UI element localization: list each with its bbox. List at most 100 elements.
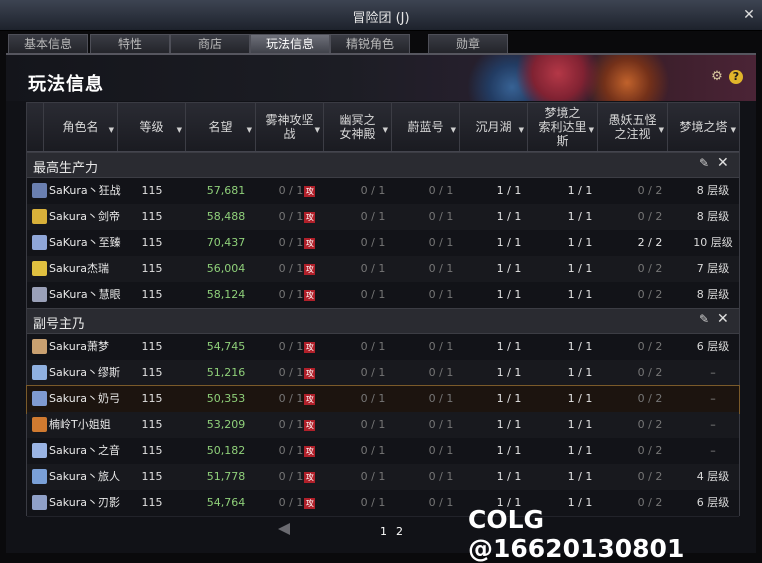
character-avatar <box>32 365 47 380</box>
column-header-label: 名望 <box>208 120 233 134</box>
column-header[interactable]: 梦境之塔 ▼ <box>667 103 739 151</box>
dungeon-progress: 1 / 1 <box>496 418 522 431</box>
column-header[interactable]: 角色名 ▼ <box>43 103 117 151</box>
table-row[interactable]: Sakura丶旅人 115 51,778 0 / 1攻0 / 10 / 11 / 11… <box>27 464 739 491</box>
table-row[interactable]: SaKura丶慧眼 115 58,124 0 / 1攻0 / 10 / 11 / 11… <box>27 282 739 309</box>
column-header[interactable]: 名望 ▼ <box>185 103 255 151</box>
raid-progress-value: 0 / 1 <box>278 444 304 457</box>
dungeon-progress: 1 / 1 <box>567 340 593 353</box>
tab-elite-characters[interactable]: 精锐角色 <box>330 34 410 54</box>
column-header[interactable]: 梦境之 索利达里 斯 ▼ <box>527 103 597 151</box>
dungeon-progress: 0 / 1 <box>360 184 386 197</box>
column-header[interactable]: 等级 ▼ <box>117 103 185 151</box>
dungeon-progress: 1 / 1 <box>496 470 522 483</box>
raid-progress: 0 / 1攻 <box>263 256 331 282</box>
column-header-label: 蔚蓝号 <box>407 120 444 134</box>
dungeon-progress: 0 / 2 <box>637 288 663 301</box>
character-fame: 51,216 <box>206 366 246 379</box>
dungeon-progress: 1 / 1 <box>567 392 593 405</box>
character-avatar <box>32 339 47 354</box>
table-row[interactable]: SaKura丶狂战 115 57,681 0 / 1攻0 / 10 / 11 / 11… <box>27 178 739 205</box>
raid-progress: 0 / 1攻 <box>263 230 331 256</box>
table-row[interactable]: Sakura杰瑞 115 56,004 0 / 1攻0 / 10 / 11 / 11 … <box>27 256 739 283</box>
dungeon-progress: 0 / 1 <box>360 262 386 275</box>
character-level: 115 <box>141 418 163 431</box>
column-header[interactable]: 幽冥之 女神殿 ▼ <box>323 103 391 151</box>
dungeon-progress: 0 / 1 <box>360 210 386 223</box>
raid-progress-value: 0 / 1 <box>278 340 304 353</box>
raid-progress: 0 / 1攻 <box>263 438 331 464</box>
dream-tower-level: 4 层级 <box>696 470 730 483</box>
character-fame: 58,488 <box>206 210 246 223</box>
character-avatar <box>32 183 47 198</box>
table-header: 角色名 ▼ 等级 ▼ 名望 ▼ 雾神攻坚 战 ▼ 幽冥之 女神殿 ▼ 蔚蓝号 ▼ 沉月湖 ▼ 梦境之 索利达… <box>27 103 739 152</box>
character-level: 115 <box>141 236 163 249</box>
prev-page-icon[interactable] <box>278 523 290 535</box>
character-level: 115 <box>141 288 163 301</box>
column-header[interactable]: 沉月湖 ▼ <box>459 103 527 151</box>
page-1-link[interactable]: 1 <box>380 525 387 538</box>
column-header-label: 雾神攻坚 战 <box>265 113 314 141</box>
dungeon-progress: 1 / 1 <box>567 236 593 249</box>
dream-tower-level: – <box>710 392 716 405</box>
dungeon-progress: 0 / 1 <box>428 392 454 405</box>
dream-tower-level: 8 层级 <box>696 184 730 197</box>
character-avatar <box>32 287 47 302</box>
dungeon-progress: 0 / 1 <box>360 236 386 249</box>
table-row[interactable]: Sakura丶缪斯 115 51,216 0 / 1攻0 / 10 / 11 / 11… <box>27 360 739 387</box>
table-row[interactable]: Sakura丶剑帝 115 58,488 0 / 1攻0 / 10 / 11 / 11… <box>27 204 739 231</box>
dream-tower-level: 8 层级 <box>696 210 730 223</box>
column-header[interactable]: 雾神攻坚 战 ▼ <box>255 103 323 151</box>
dream-tower-level: 10 层级 <box>693 236 733 249</box>
column-header[interactable]: 蔚蓝号 ▼ <box>391 103 459 151</box>
dungeon-progress: 0 / 1 <box>428 288 454 301</box>
column-header-label: 愚妖五怪 之注视 <box>608 113 657 141</box>
dungeon-progress: 0 / 1 <box>360 340 386 353</box>
gear-icon[interactable]: ⚙ <box>710 70 724 84</box>
character-avatar <box>32 235 47 250</box>
character-fame: 56,004 <box>206 262 246 275</box>
page-2-link[interactable]: 2 <box>396 525 403 538</box>
sort-arrow-icon: ▼ <box>176 126 182 134</box>
close-icon[interactable]: ✕ <box>740 6 758 24</box>
tab-basic-info[interactable]: 基本信息 <box>8 34 88 54</box>
table-row[interactable]: Sakura萧梦 115 54,745 0 / 1攻0 / 10 / 11 / 11 … <box>27 334 739 361</box>
dungeon-progress: 0 / 2 <box>637 444 663 457</box>
dream-tower-level: 6 层级 <box>696 340 730 353</box>
tab-medals[interactable]: 勋章 <box>428 34 508 54</box>
character-name: Sakura丶刃影 <box>49 496 120 509</box>
column-header-label: 等级 <box>139 120 164 134</box>
dungeon-progress: 1 / 1 <box>496 236 522 249</box>
tab-traits[interactable]: 特性 <box>90 34 170 54</box>
table-row[interactable]: 楠岭T小姐姐 115 53,209 0 / 1攻0 / 10 / 11 / 11 / … <box>27 412 739 439</box>
character-level: 115 <box>141 184 163 197</box>
character-level: 115 <box>141 340 163 353</box>
character-level: 115 <box>141 262 163 275</box>
remove-icon[interactable]: ✕ <box>717 311 729 327</box>
character-avatar <box>32 261 47 276</box>
column-header[interactable]: 愚妖五怪 之注视 ▼ <box>597 103 667 151</box>
dream-tower-level: 7 层级 <box>696 262 730 275</box>
character-level: 115 <box>141 496 163 509</box>
dungeon-progress: 0 / 1 <box>360 470 386 483</box>
tab-play-info[interactable]: 玩法信息 <box>250 34 330 54</box>
dungeon-progress: 1 / 1 <box>567 470 593 483</box>
dream-tower-level: – <box>710 444 716 457</box>
table-row[interactable]: Sakura丶之音 115 50,182 0 / 1攻0 / 10 / 11 / 11… <box>27 438 739 465</box>
edit-icon[interactable]: ✎ <box>699 156 709 170</box>
watermark: COLG @16620130801 <box>468 505 685 563</box>
remove-icon[interactable]: ✕ <box>717 155 729 171</box>
group-title: 副号主乃 <box>33 317 86 332</box>
edit-icon[interactable]: ✎ <box>699 312 709 326</box>
raid-progress-value: 0 / 1 <box>278 184 304 197</box>
tab-shop[interactable]: 商店 <box>170 34 250 54</box>
table-row[interactable]: SaKura丶至臻 115 70,437 0 / 1攻0 / 10 / 11 / 11… <box>27 230 739 257</box>
raid-tag-icon: 攻 <box>304 289 316 301</box>
help-icon[interactable]: ? <box>729 70 743 84</box>
raid-progress: 0 / 1攻 <box>263 178 331 204</box>
character-avatar <box>32 391 47 406</box>
character-level: 115 <box>141 392 163 405</box>
raid-progress-value: 0 / 1 <box>278 392 304 405</box>
dungeon-progress: 0 / 1 <box>428 340 454 353</box>
table-row[interactable]: Sakura丶奶弓 115 50,353 0 / 1攻0 / 10 / 11 / 11… <box>26 385 740 414</box>
